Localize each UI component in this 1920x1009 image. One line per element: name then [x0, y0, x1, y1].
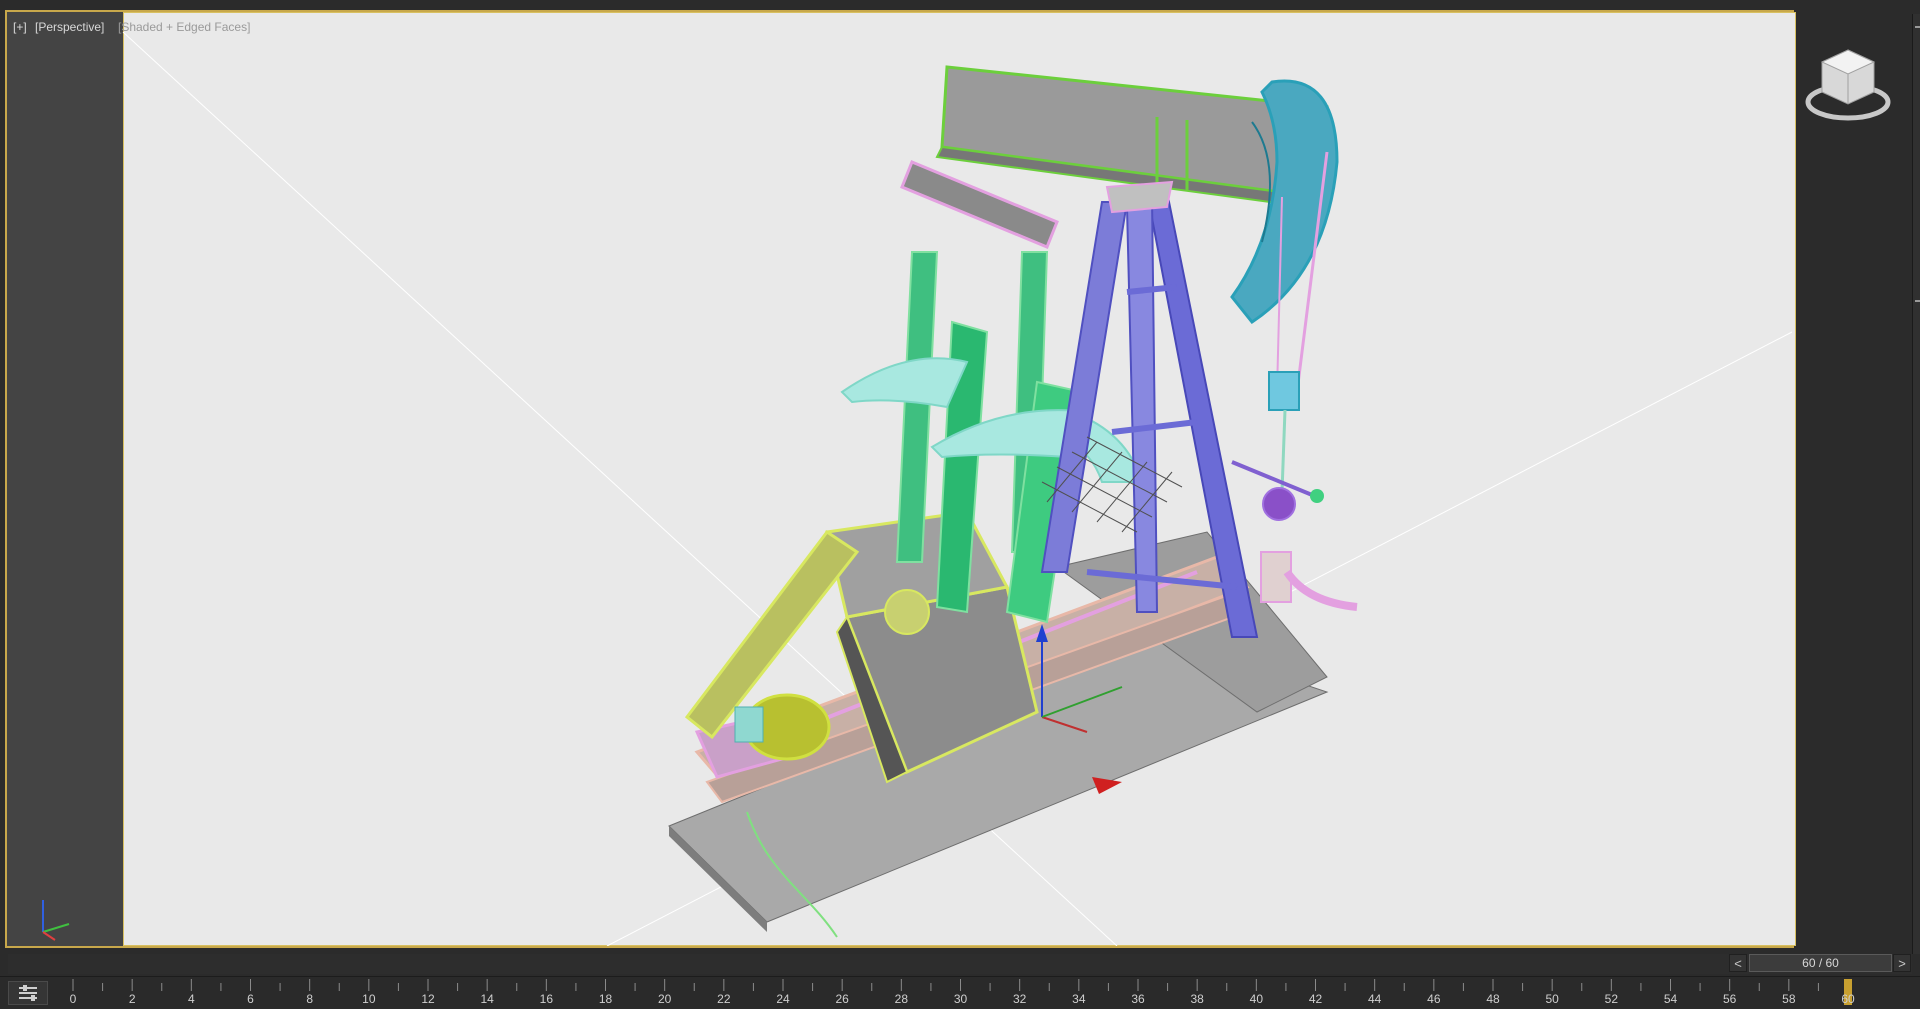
ruler-tick-label: 36	[1131, 992, 1145, 1006]
ruler-tick-label: 46	[1427, 992, 1441, 1006]
ruler-tick-label: 0	[69, 992, 77, 1006]
ruler-tick-label: 22	[717, 992, 731, 1006]
ruler-tick-label: 20	[657, 992, 672, 1006]
ruler-tick-label: 56	[1722, 992, 1737, 1006]
ruler-tick-label: 12	[421, 992, 435, 1006]
ruler-tick-label: 44	[1367, 992, 1382, 1006]
ruler-tick-label: 40	[1249, 992, 1264, 1006]
time-slider-next-button[interactable]: >	[1893, 954, 1911, 972]
ruler-tick-label: 54	[1663, 992, 1678, 1006]
track-config-icon[interactable]	[8, 981, 48, 1005]
ruler-tick-label: 4	[187, 992, 195, 1006]
crank-hub[interactable]	[884, 589, 930, 635]
ruler-tick-label: 24	[776, 992, 790, 1006]
ruler-tick-label: 26	[835, 992, 849, 1006]
ruler-tick-label: 32	[1012, 992, 1027, 1006]
axis-tripod	[42, 900, 70, 941]
ruler-tick-label: 18	[598, 992, 613, 1006]
time-slider-thumb[interactable]: 60 / 60	[1749, 954, 1892, 972]
ruler-tick-label: 16	[539, 992, 554, 1006]
flow-pipe	[1283, 569, 1358, 611]
track-config-glyph	[19, 985, 37, 1001]
panel-edge-tick	[1915, 300, 1920, 302]
equalizer-bar[interactable]	[900, 160, 1059, 249]
saddle-bearing[interactable]	[1105, 180, 1174, 214]
time-slider[interactable]	[8, 954, 1912, 974]
ruler-tick-label: 58	[1782, 992, 1796, 1006]
valve[interactable]	[1310, 489, 1324, 503]
viewport-shading-menu[interactable]: [Shaded + Edged Faces]	[118, 20, 250, 34]
polished-rod	[1280, 409, 1287, 493]
ruler-tick-label: 38	[1190, 992, 1204, 1006]
scene[interactable]	[7, 12, 1792, 946]
light-target[interactable]	[1092, 777, 1122, 794]
ruler-tick-label: 50	[1545, 992, 1559, 1006]
panel-edge[interactable]	[1912, 14, 1920, 954]
ruler-tick-label: 2	[128, 992, 136, 1006]
ruler-tick-label: 42	[1308, 992, 1323, 1006]
ruler-tick-label: 28	[894, 992, 909, 1006]
motor-box[interactable]	[734, 706, 764, 743]
ruler-ticks	[72, 979, 1852, 1005]
ruler-tick-label: 34	[1072, 992, 1086, 1006]
track-bar[interactable]: 0 2 4 6 8 10 12 14 16 18 20 22 24 26 28 30 32 34 36 38 40 42 4…	[0, 976, 1920, 1008]
ruler-tick-label: 14	[480, 992, 494, 1006]
stuffing-box[interactable]	[1262, 487, 1296, 521]
pitman-arm-left[interactable]	[895, 251, 939, 563]
ruler-tick-label: 60	[1841, 992, 1855, 1006]
counterweight-left[interactable]	[840, 357, 969, 409]
viewport-menu-plus[interactable]: [+]	[13, 20, 27, 34]
ruler-tick-label: 10	[362, 992, 376, 1006]
panel-edge-tick	[1915, 26, 1920, 28]
ruler-tick-label: 52	[1604, 992, 1619, 1006]
perspective-viewport[interactable]: [+] [Perspective] [Shaded + Edged Faces]	[5, 10, 1796, 948]
viewport-point-of-view-menu[interactable]: [Perspective]	[35, 20, 104, 34]
ruler-tick-label: 6	[247, 992, 254, 1006]
time-slider-prev-button[interactable]: <	[1729, 954, 1747, 972]
ruler-tick-label: 8	[306, 992, 313, 1006]
frame-ruler[interactable]: 0 2 4 6 8 10 12 14 16 18 20 22 24 26 28 30 32 34 36 38 40 42 4…	[58, 977, 1910, 1009]
ruler-tick-label: 30	[953, 992, 968, 1006]
viewcube-icon[interactable]	[1804, 46, 1892, 124]
carrier-bar[interactable]	[1268, 371, 1300, 411]
ruler-tick-label: 48	[1486, 992, 1500, 1006]
